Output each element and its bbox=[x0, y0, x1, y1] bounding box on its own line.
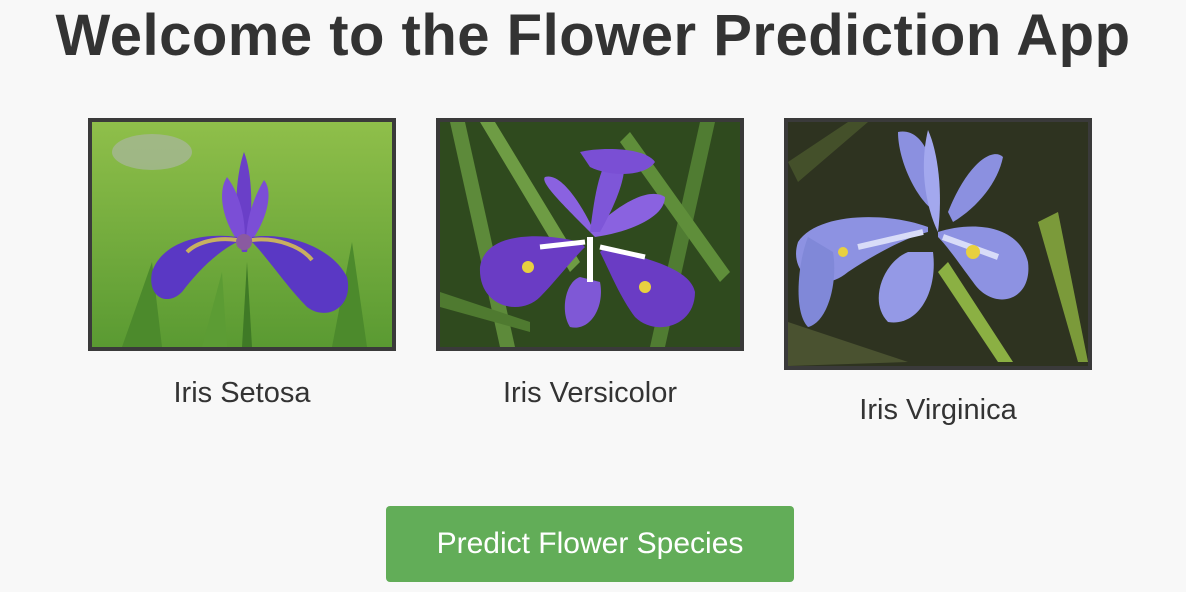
flower-card-versicolor: Iris Versicolor bbox=[436, 118, 744, 410]
iris-virginica-photo bbox=[784, 118, 1092, 370]
predict-flower-species-button[interactable]: Predict Flower Species bbox=[386, 506, 794, 582]
flower-label-versicolor: Iris Versicolor bbox=[502, 377, 678, 409]
flower-card-setosa: Iris Setosa bbox=[88, 118, 396, 410]
flower-label-setosa: Iris Setosa bbox=[173, 377, 311, 409]
flower-label-virginica: Iris Virginica bbox=[859, 394, 1017, 426]
page-title: Welcome to the Flower Prediction App bbox=[55, 3, 1131, 68]
iris-setosa-photo bbox=[88, 118, 396, 351]
flower-prediction-page: Welcome to the Flower Prediction App Iri… bbox=[0, 0, 1186, 592]
iris-versicolor-photo bbox=[436, 118, 744, 351]
flower-card-virginica: Iris Virginica bbox=[784, 118, 1092, 427]
